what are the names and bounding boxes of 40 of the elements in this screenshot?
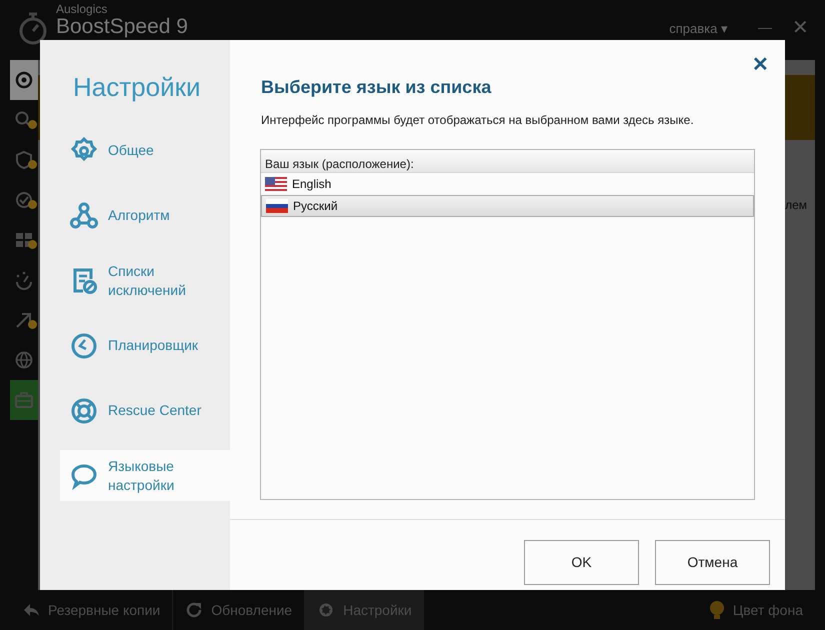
description-text: Интерфейс программы будет отображаться на выбранном вами здесь языке. xyxy=(261,112,695,129)
ok-button[interactable]: OK xyxy=(524,540,639,585)
dialog-heading: Выберите язык из списка xyxy=(261,76,492,99)
cancel-button[interactable]: Отмена xyxy=(655,540,770,585)
briefcase-icon xyxy=(14,390,34,410)
gauge-icon xyxy=(14,270,34,290)
lightbulb-icon xyxy=(708,600,725,620)
nodes-icon xyxy=(70,202,98,230)
check-circle-icon xyxy=(14,190,34,210)
help-menu[interactable]: справка ▾ xyxy=(669,19,728,38)
refresh-icon xyxy=(185,601,204,619)
settings-nav-item[interactable]: Списки исключений xyxy=(60,255,230,306)
flag-icon xyxy=(266,199,288,213)
settings-nav-item[interactable]: Алгоритм xyxy=(60,190,230,241)
minimize-button[interactable]: — xyxy=(752,19,778,35)
product-name: BoostSpeed 9 xyxy=(56,16,188,37)
arrow-icon xyxy=(14,310,34,330)
column-header: Ваш язык (расположение): xyxy=(261,150,754,173)
sidebar-button[interactable] xyxy=(10,60,38,100)
globe-icon xyxy=(14,350,34,370)
target-icon xyxy=(14,70,34,90)
settings-nav-item[interactable]: Общее xyxy=(60,125,230,176)
stopwatch-icon xyxy=(18,11,48,47)
background-color-button[interactable]: Цвет фона xyxy=(696,590,815,630)
language-row[interactable]: Русский xyxy=(261,195,754,217)
settings-nav-item[interactable]: Языковые настройки xyxy=(60,450,230,501)
brand-name: Auslogics xyxy=(56,3,108,15)
shield-icon xyxy=(14,150,34,170)
dialog-title: Настройки xyxy=(72,71,202,104)
speech-bubble-icon xyxy=(70,462,98,490)
flag-icon xyxy=(265,176,287,190)
settings-nav-item[interactable]: Планировщик xyxy=(60,320,230,371)
lifebuoy-icon xyxy=(70,396,98,424)
language-row[interactable]: English xyxy=(261,173,754,195)
clock-icon xyxy=(70,332,98,360)
gear-icon xyxy=(317,601,336,619)
close-button[interactable]: ✕ xyxy=(786,13,815,43)
settings-nav-item[interactable]: Rescue Center xyxy=(60,385,230,436)
content-text: лем xyxy=(785,197,807,214)
close-button[interactable]: ✕ xyxy=(750,50,771,80)
